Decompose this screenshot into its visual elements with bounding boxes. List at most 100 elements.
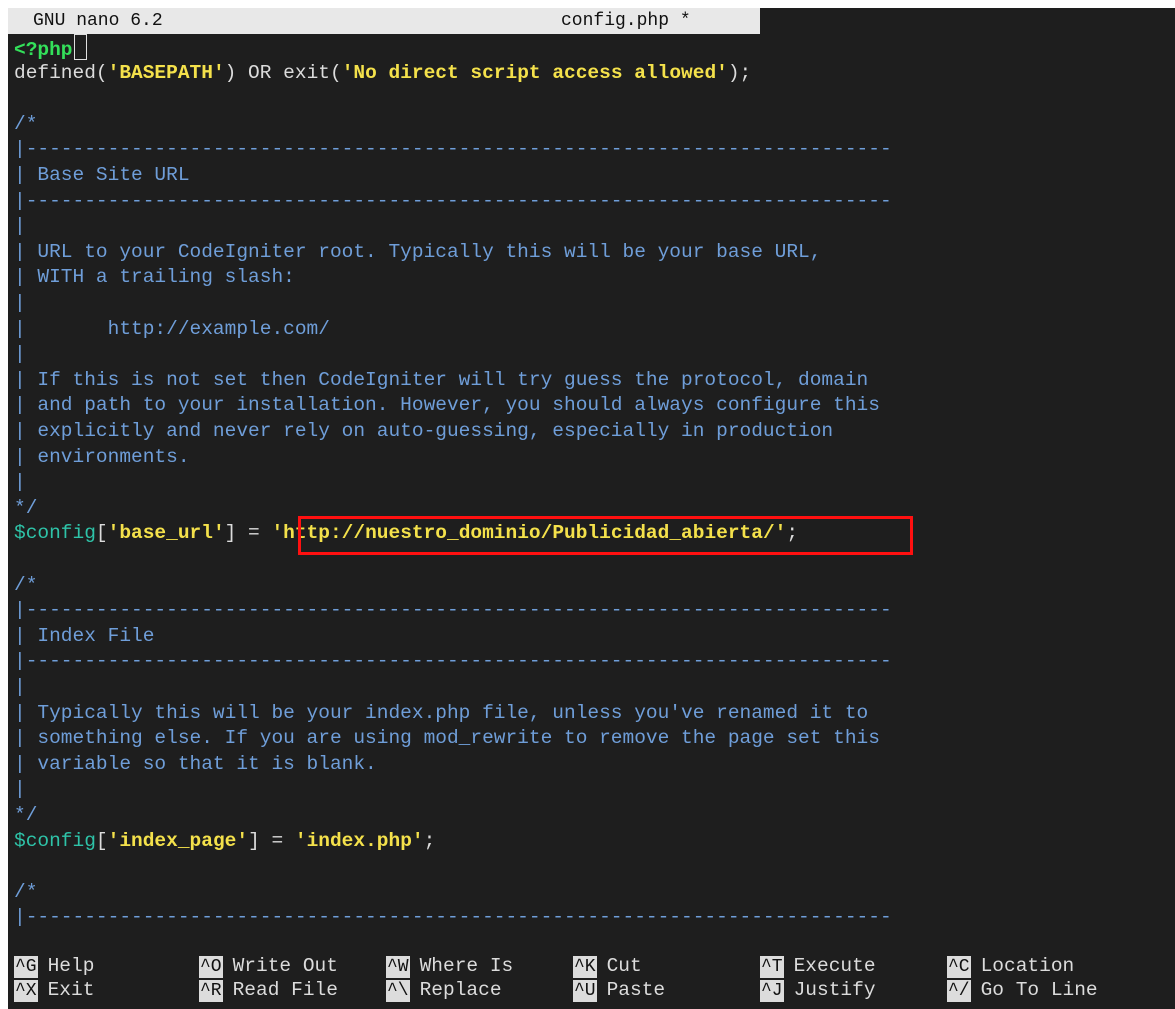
- shortcut-replace[interactable]: ^\ Replace: [386, 977, 502, 1003]
- code-token: |: [14, 343, 26, 366]
- code-line[interactable]: | WITH a trailing slash:: [14, 264, 295, 290]
- code-token: [: [95, 522, 108, 545]
- code-token: |---------------------------------------…: [14, 906, 892, 929]
- code-token: |: [14, 676, 26, 698]
- shortcut-label: Where Is: [419, 955, 514, 977]
- code-line[interactable]: $config['index_page'] = 'index.php';: [14, 828, 435, 854]
- code-token: | environments.: [14, 445, 190, 468]
- code-token: |---------------------------------------…: [14, 650, 892, 673]
- code-token: | and path to your installation. However…: [14, 394, 880, 417]
- shortcut-label: Go To Line: [980, 979, 1098, 1001]
- code-token: 'index.php': [294, 829, 424, 852]
- code-token: [: [95, 829, 108, 852]
- shortcut-label: Cut: [606, 955, 642, 977]
- code-token: defined(: [14, 61, 108, 84]
- code-line[interactable]: | something else. If you are using mod_r…: [14, 725, 880, 751]
- code-line[interactable]: */: [14, 802, 37, 828]
- highlight-box: [298, 516, 913, 555]
- shortcut-label: Execute: [793, 955, 876, 977]
- file-name: config.php *: [561, 11, 691, 31]
- shortcut-label: Help: [47, 955, 95, 977]
- code-line[interactable]: |: [14, 213, 26, 239]
- shortcut-paste[interactable]: ^U Paste: [573, 977, 665, 1003]
- code-line[interactable]: | Index File: [14, 623, 154, 649]
- code-line[interactable]: |: [14, 674, 26, 700]
- code-line[interactable]: /*: [14, 111, 37, 137]
- shortcut-key: ^G: [14, 956, 38, 978]
- terminal-window[interactable]: GNU nano 6.2 config.php * <?php defined('…: [8, 8, 1175, 1009]
- code-line[interactable]: | If this is not set then CodeIgniter wi…: [14, 367, 868, 393]
- shortcut-help[interactable]: ^G Help: [14, 953, 94, 979]
- code-line[interactable]: /*: [14, 572, 37, 598]
- code-token: ] =: [248, 829, 295, 852]
- text-cursor: [73, 34, 87, 60]
- app-version: GNU nano 6.2: [33, 11, 163, 31]
- shortcut-execute[interactable]: ^T Execute: [760, 953, 876, 979]
- shortcut-where-is[interactable]: ^W Where Is: [386, 953, 513, 979]
- code-token: | something else. If you are using mod_r…: [14, 727, 880, 750]
- code-line[interactable]: |---------------------------------------…: [14, 188, 892, 214]
- code-line[interactable]: |: [14, 469, 26, 495]
- shortcut-location[interactable]: ^C Location: [947, 953, 1074, 979]
- shortcut-go-to-line[interactable]: ^/ Go To Line: [947, 977, 1098, 1003]
- code-token: ;: [423, 829, 436, 852]
- shortcut-read-file[interactable]: ^R Read File: [199, 977, 338, 1003]
- code-token: |---------------------------------------…: [14, 599, 892, 622]
- code-token: 'base_url': [107, 522, 225, 545]
- code-token: | WITH a trailing slash:: [14, 266, 295, 289]
- shortcut-key: ^\: [386, 980, 410, 1002]
- code-line[interactable]: |: [14, 341, 26, 367]
- code-line[interactable]: */: [14, 495, 37, 521]
- code-line[interactable]: | http://example.com/: [14, 316, 330, 342]
- shortcut-label: Justify: [793, 979, 876, 1001]
- code-line[interactable]: | explicitly and never rely on auto-gues…: [14, 418, 833, 444]
- shortcut-label: Paste: [606, 979, 666, 1001]
- code-line[interactable]: | and path to your installation. However…: [14, 392, 880, 418]
- code-token: |: [14, 471, 26, 494]
- shortcut-label: Location: [980, 955, 1075, 977]
- shortcut-key: ^U: [573, 980, 597, 1002]
- code-token: 'No direct script access allowed': [341, 61, 728, 84]
- code-token: $config: [14, 829, 96, 852]
- code-token: |: [14, 215, 26, 238]
- code-line[interactable]: | Typically this will be your index.php …: [14, 700, 868, 726]
- code-line[interactable]: |---------------------------------------…: [14, 648, 892, 674]
- code-line[interactable]: |---------------------------------------…: [14, 904, 892, 930]
- code-line[interactable]: |---------------------------------------…: [14, 597, 892, 623]
- code-token: | URL to your CodeIgniter root. Typicall…: [14, 240, 822, 263]
- code-line[interactable]: | variable so that it is blank.: [14, 751, 377, 777]
- code-token: | Base Site URL: [14, 164, 190, 186]
- code-token: |: [14, 778, 26, 801]
- shortcut-key: ^W: [386, 956, 410, 978]
- code-token: */: [14, 804, 38, 826]
- nano-title-bar: GNU nano 6.2 config.php *: [8, 8, 760, 34]
- shortcut-key: ^/: [947, 980, 971, 1002]
- code-line[interactable]: |: [14, 290, 26, 316]
- code-token: | variable so that it is blank.: [14, 752, 377, 775]
- shortcut-key: ^C: [947, 956, 971, 978]
- shortcut-exit[interactable]: ^X Exit: [14, 977, 94, 1003]
- shortcut-key: ^T: [760, 956, 784, 978]
- code-token: /*: [14, 112, 38, 135]
- code-line[interactable]: |---------------------------------------…: [14, 136, 892, 162]
- code-token: $config: [14, 522, 96, 545]
- code-token: /*: [14, 880, 38, 903]
- shortcut-cut[interactable]: ^K Cut: [573, 953, 642, 979]
- shortcut-key: ^R: [199, 980, 223, 1002]
- shortcut-key: ^O: [199, 956, 223, 978]
- code-line[interactable]: |: [14, 776, 26, 802]
- shortcut-label: Read File: [232, 979, 338, 1001]
- code-line[interactable]: | Base Site URL: [14, 162, 190, 188]
- code-line[interactable]: | environments.: [14, 444, 190, 470]
- code-token: /*: [14, 573, 38, 596]
- code-line[interactable]: defined('BASEPATH') OR exit('No direct s…: [14, 60, 751, 86]
- code-line[interactable]: /*: [14, 879, 37, 905]
- code-token: |---------------------------------------…: [14, 189, 892, 212]
- code-line[interactable]: | URL to your CodeIgniter root. Typicall…: [14, 239, 821, 265]
- shortcut-justify[interactable]: ^J Justify: [760, 977, 876, 1003]
- code-token: <?php: [14, 39, 73, 61]
- code-token: 'index_page': [107, 829, 249, 852]
- code-line[interactable]: <?php: [14, 34, 87, 61]
- shortcut-write-out[interactable]: ^O Write Out: [199, 953, 338, 979]
- code-token: |: [14, 292, 26, 314]
